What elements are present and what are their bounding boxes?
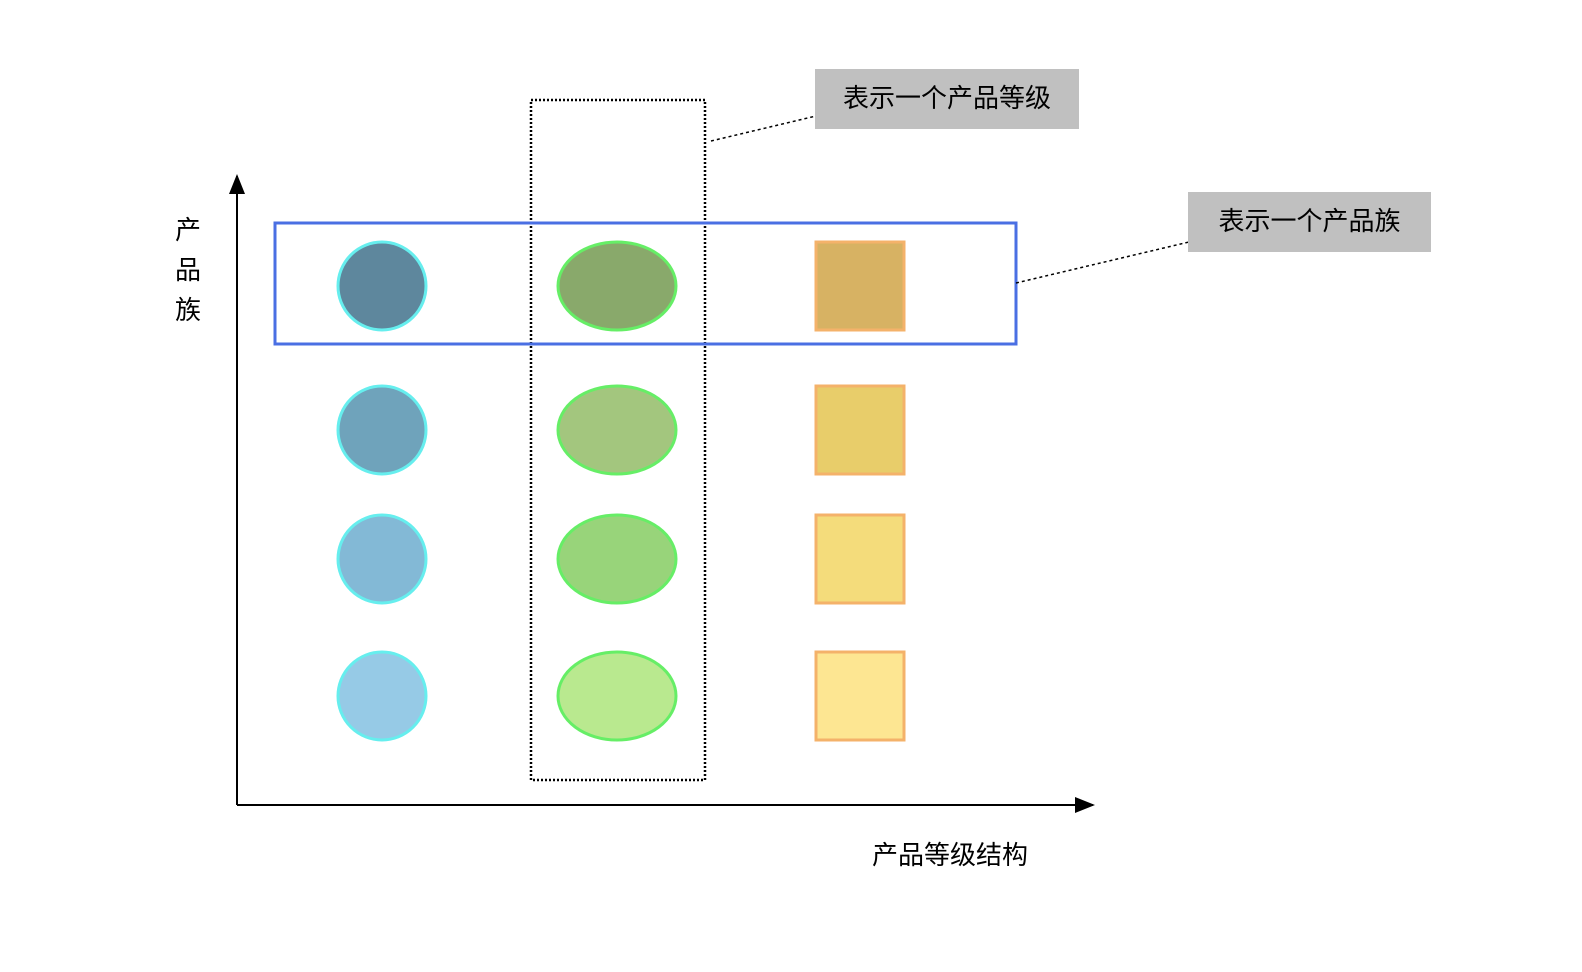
family-callout-leader: [1015, 241, 1190, 284]
product-ellipse-2-2: [556, 384, 678, 476]
product-square-3-3: [814, 513, 906, 605]
product-circle-1-2: [336, 384, 428, 476]
grade-callout: 表示一个产品等级: [815, 69, 1079, 129]
abstract-factory-diagram: [229, 98, 1190, 813]
y-axis-label-char: 品: [174, 256, 201, 286]
x-axis-label: 产品等级结构: [872, 841, 1029, 871]
y-axis-label: 产 品 族: [168, 211, 208, 331]
product-square-3-1: [814, 240, 906, 332]
product-ellipse-2-4: [556, 650, 678, 742]
y-axis-label-char: 族: [174, 296, 201, 326]
y-axis-label-char: 产: [174, 216, 201, 246]
family-callout-text: 表示一个产品族: [1218, 207, 1401, 237]
product-circle-1-4: [336, 650, 428, 742]
product-circle-1-1: [336, 240, 428, 332]
product-ellipse-2-3: [556, 513, 678, 605]
grade-callout-leader: [710, 115, 817, 142]
product-square-3-2: [814, 384, 906, 476]
product-ellipse-2-1: [556, 240, 678, 332]
grade-callout-text: 表示一个产品等级: [842, 84, 1051, 114]
product-shapes: [336, 240, 906, 742]
product-circle-1-3: [336, 513, 428, 605]
product-square-3-4: [814, 650, 906, 742]
family-callout: 表示一个产品族: [1188, 192, 1431, 252]
